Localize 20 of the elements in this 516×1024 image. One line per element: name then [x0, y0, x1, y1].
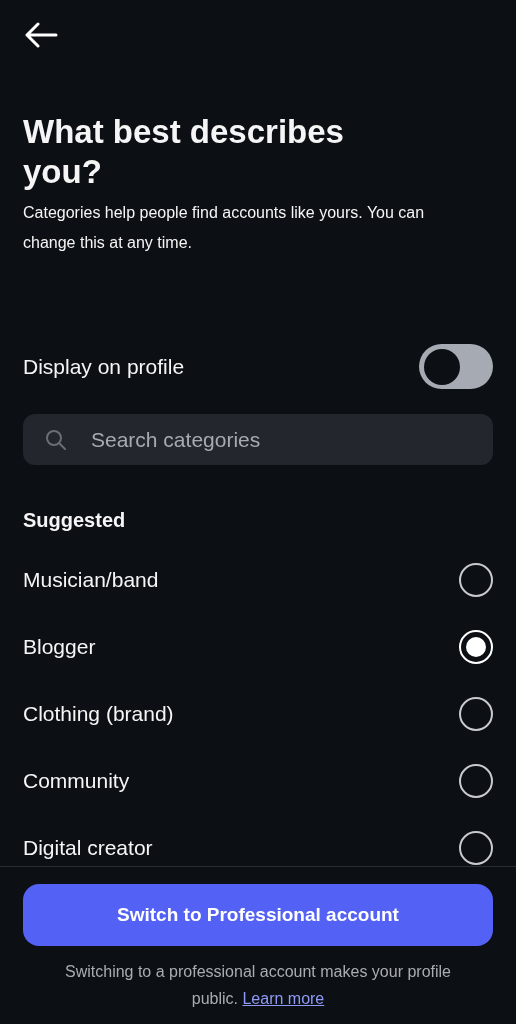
category-label[interactable]: Blogger [23, 634, 96, 659]
display-toggle[interactable] [419, 344, 493, 389]
page-title: What best describes you? [23, 112, 345, 192]
switch-account-button[interactable]: Switch to Professional account [23, 884, 493, 946]
search-icon [45, 429, 67, 451]
search-field[interactable]: Search categories [23, 414, 493, 465]
toggle-label: Display on profile [23, 354, 185, 379]
back-arrow-icon [24, 22, 58, 48]
footer-note: Switching to a professional account makes your profile public. Learn more [64, 962, 452, 1009]
radio-button[interactable] [459, 696, 493, 731]
category-label[interactable]: Musician/band [23, 567, 159, 592]
category-label[interactable]: Digital creator [23, 835, 153, 860]
radio-button[interactable] [459, 830, 493, 865]
page-subtitle: Categories help people find accounts like yours. You can change this at any time. [23, 203, 426, 253]
category-label[interactable]: Clothing (brand) [23, 701, 174, 726]
section-heading: Suggested [23, 509, 127, 532]
category-label[interactable]: Community [23, 768, 130, 793]
radio-button[interactable] [459, 562, 493, 597]
radio-button[interactable] [459, 763, 493, 798]
learn-more-link[interactable]: Learn more [242, 990, 325, 1007]
